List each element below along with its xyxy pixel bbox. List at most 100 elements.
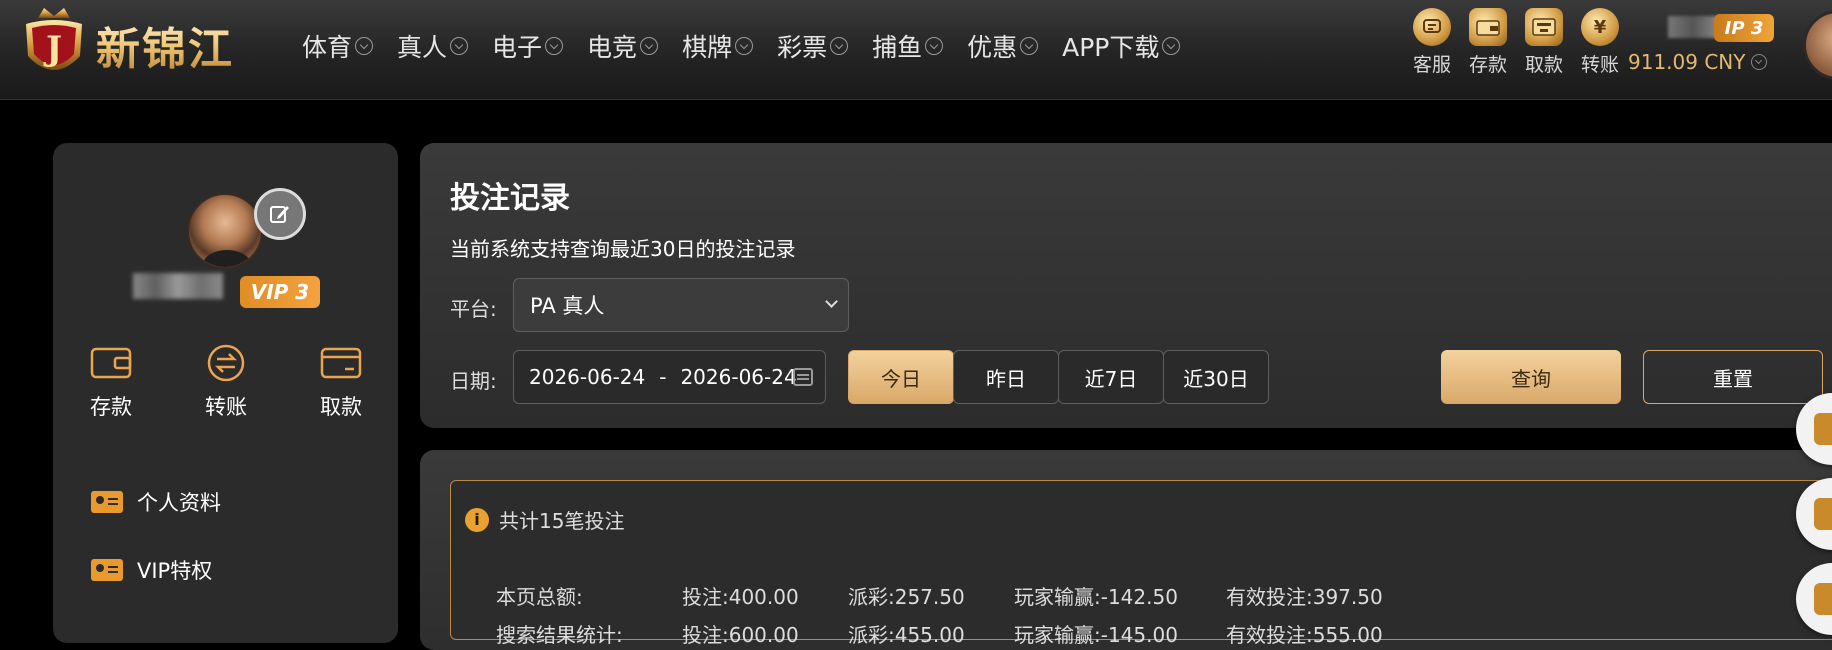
nav-item-slots[interactable]: 电子 — [492, 28, 564, 64]
wallet-icon — [90, 347, 132, 379]
card-icon — [320, 347, 362, 379]
transfer-button[interactable]: ¥ 转账 — [1572, 8, 1628, 77]
nav-label: 真人 — [397, 33, 448, 62]
withdraw-button[interactable]: 取款 — [1516, 8, 1572, 77]
bet-amount: 投注:400.00 — [682, 585, 799, 609]
action-label: 存款 — [1468, 54, 1507, 76]
action-label: 转账 — [1580, 54, 1619, 76]
top-actions: 客服 存款 取款 ¥ 转账 — [1404, 8, 1628, 77]
nav-label: 体育 — [302, 33, 353, 62]
chevron-down-icon — [640, 37, 659, 55]
nav-item-lottery[interactable]: 彩票 — [777, 28, 849, 64]
nav-label: APP下载 — [1062, 33, 1160, 62]
username-blurred — [133, 273, 223, 299]
date-range-picker[interactable]: 2026-06-24 - 2026-06-24 — [513, 350, 826, 404]
bet-results-panel: i 共计15笔投注 本页总额: 投注:400.00 派彩:257.50 玩家输赢… — [420, 450, 1832, 650]
win-loss-amount: 玩家输赢:-142.50 — [1014, 585, 1178, 609]
nav-label: 电竞 — [587, 33, 638, 62]
payout-amount: 派彩:257.50 — [848, 585, 965, 609]
sidebar-item-vip[interactable]: VIP特权 — [91, 536, 221, 604]
chevron-down-icon — [450, 37, 469, 55]
chevron-down-icon — [830, 37, 849, 55]
balance-display[interactable]: 911.09 CNY — [1628, 50, 1768, 74]
avatar[interactable] — [1803, 10, 1832, 80]
sidebar-deposit-button[interactable]: 存款 — [71, 343, 151, 421]
main-nav: 体育 真人 电子 电竞 棋牌 彩票 捕鱼 优惠 APP下载 — [302, 28, 1204, 64]
chevron-down-icon — [1162, 37, 1181, 55]
query-range-note: 当前系统支持查询最近30日的投注记录 — [450, 237, 796, 261]
range-7days-button[interactable]: 近7日 — [1058, 350, 1164, 404]
nav-item-fishing[interactable]: 捕鱼 — [872, 28, 944, 64]
nav-label: 电子 — [492, 33, 543, 62]
quick-action-label: 存款 — [90, 395, 132, 419]
profile-avatar — [187, 193, 263, 269]
action-label: 取款 — [1524, 54, 1563, 76]
svg-text:J: J — [43, 29, 62, 69]
nav-item-cards[interactable]: 棋牌 — [682, 28, 754, 64]
brand-name: 新锦江 — [96, 13, 234, 77]
payout-amount: 派彩:455.00 — [848, 623, 965, 647]
edit-icon — [270, 206, 289, 223]
vip-level-badge: VIP 3 — [240, 276, 320, 308]
nav-item-promotions[interactable]: 优惠 — [967, 28, 1039, 64]
date-quick-ranges: 今日 昨日 近7日 近30日 — [848, 350, 1269, 404]
balance-value: 911.09 CNY — [1628, 50, 1746, 74]
customer-service-button[interactable]: 客服 — [1404, 8, 1460, 77]
date-start: 2026-06-24 — [529, 365, 646, 389]
range-today-button[interactable]: 今日 — [848, 350, 954, 404]
id-card-icon — [91, 491, 123, 513]
deposit-button[interactable]: 存款 — [1460, 8, 1516, 77]
bet-amount: 投注:600.00 — [682, 623, 799, 647]
win-loss-amount: 玩家输赢:-145.00 — [1014, 623, 1178, 647]
nav-item-app-download[interactable]: APP下载 — [1062, 28, 1181, 64]
vip-badge: IP 3 — [1714, 14, 1774, 42]
date-separator: - — [659, 365, 667, 389]
action-label: 客服 — [1412, 54, 1451, 76]
summary-header: i 共计15笔投注 — [465, 505, 624, 534]
brand-logo[interactable]: J 新锦江 — [18, 4, 234, 86]
chevron-down-icon — [1751, 54, 1768, 70]
row-label: 本页总额: — [496, 585, 583, 609]
sidebar-item-profile[interactable]: 个人资料 — [91, 468, 221, 536]
platform-selected-value: PA 真人 — [530, 294, 605, 318]
valid-bet-amount: 有效投注:555.00 — [1226, 623, 1383, 647]
bet-record-filter-panel: 投注记录 当前系统支持查询最近30日的投注记录 平台: PA 真人 日期: 20… — [420, 143, 1832, 428]
chevron-down-icon — [1020, 37, 1039, 55]
nav-label: 捕鱼 — [872, 33, 923, 62]
chat-icon — [1413, 8, 1451, 46]
platform-select[interactable]: PA 真人 — [513, 278, 849, 332]
chevron-down-icon — [355, 37, 374, 55]
quick-action-label: 转账 — [205, 395, 247, 419]
transfer-icon — [207, 344, 245, 382]
atm-icon — [1525, 8, 1563, 46]
info-icon: i — [465, 507, 489, 532]
nav-label: 彩票 — [777, 33, 828, 62]
platform-label: 平台: — [450, 297, 497, 321]
id-card-icon — [91, 559, 123, 581]
chevron-down-icon — [545, 37, 564, 55]
app-icon — [1814, 498, 1832, 530]
nav-item-sports[interactable]: 体育 — [302, 28, 374, 64]
logo-shield-icon: J — [18, 4, 90, 86]
date-end: 2026-06-24 — [680, 365, 797, 389]
nav-item-esports[interactable]: 电竞 — [587, 28, 659, 64]
sidebar-transfer-button[interactable]: 转账 — [186, 343, 266, 421]
valid-bet-amount: 有效投注:397.50 — [1226, 585, 1383, 609]
range-yesterday-button[interactable]: 昨日 — [953, 350, 1059, 404]
edit-avatar-button[interactable] — [254, 188, 306, 240]
range-30days-button[interactable]: 近30日 — [1163, 350, 1269, 404]
sidebar-withdraw-button[interactable]: 取款 — [301, 343, 381, 421]
query-button[interactable]: 查询 — [1441, 350, 1621, 404]
nav-label: 棋牌 — [682, 33, 733, 62]
reset-button[interactable]: 重置 — [1643, 350, 1823, 404]
chevron-down-icon — [825, 295, 838, 308]
row-label: 搜索结果统计: — [496, 623, 623, 647]
sidebar-item-label: 个人资料 — [137, 491, 221, 515]
account-sidebar: VIP 3 存款 转账 取款 个人资料 VIP特权 — [53, 143, 398, 643]
chevron-down-icon — [925, 37, 944, 55]
sidebar-item-label: VIP特权 — [137, 559, 213, 583]
sidebar-menu: 个人资料 VIP特权 — [91, 468, 221, 604]
chevron-down-icon — [735, 37, 754, 55]
quick-action-label: 取款 — [320, 395, 362, 419]
nav-item-live[interactable]: 真人 — [397, 28, 469, 64]
